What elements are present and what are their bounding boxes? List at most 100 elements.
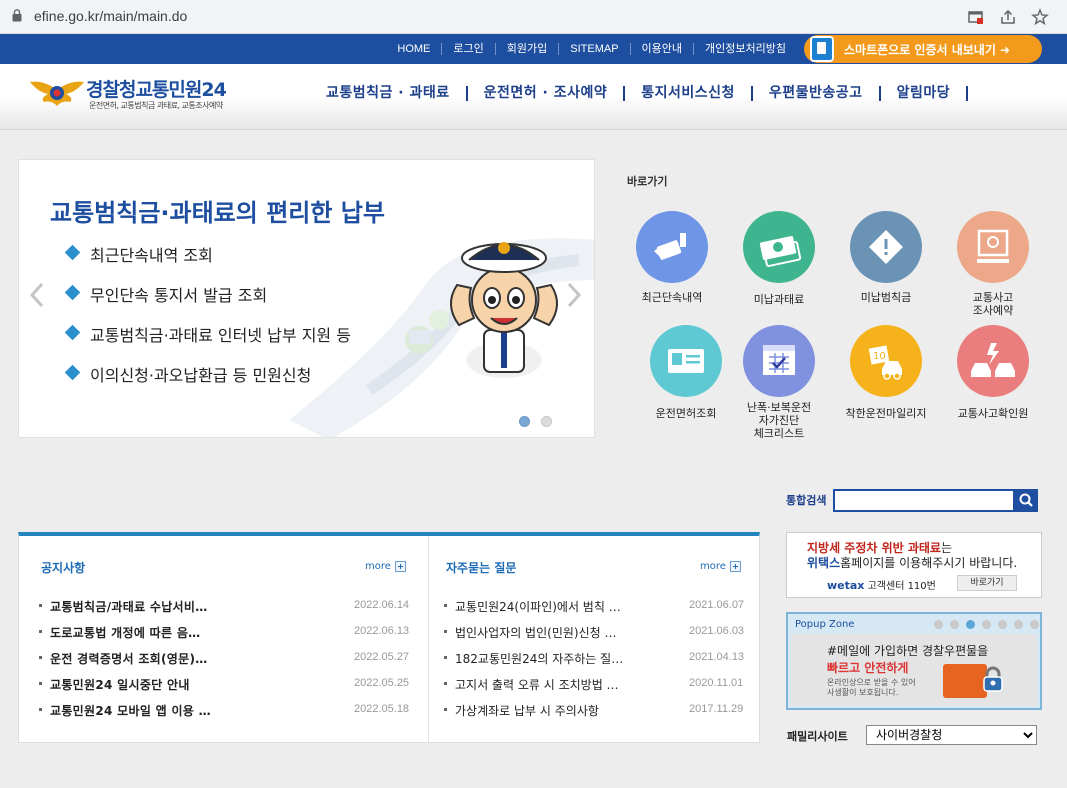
- faq-item-title: 고지서 출력 오류 시 조치방법 …: [455, 678, 619, 692]
- bullet-icon: [39, 630, 42, 633]
- diamond-bullet-icon: [64, 284, 81, 301]
- popup-line-3: 온라인상으로 받을 수 있어 사생활이 보호됩니다.: [827, 678, 916, 698]
- notice-more-link[interactable]: more: [365, 561, 406, 572]
- slider-next-icon[interactable]: [562, 280, 584, 310]
- share-icon[interactable]: [999, 8, 1017, 26]
- faq-title[interactable]: 자주묻는 질문: [446, 559, 516, 576]
- signup-link[interactable]: 회원가입: [494, 43, 558, 55]
- wetax-banner[interactable]: 지방세 주정차 위반 과태료는 위택스홈페이지를 이용해주시기 바랍니다. we…: [786, 532, 1042, 598]
- quick-unpaid-fines[interactable]: 미납과태료: [724, 211, 834, 306]
- slider-dot[interactable]: [519, 416, 530, 427]
- popup-dot[interactable]: [934, 620, 943, 629]
- faq-list: 교통민원24(이파인)에서 범칙 … 2021.06.07 법인사업자의 법인(민…: [444, 598, 744, 728]
- popup-dot[interactable]: [1030, 620, 1039, 629]
- faq-item-title: 법인사업자의 법인(민원)신청 …: [455, 626, 617, 640]
- list-item[interactable]: 도로교통법 개정에 따른 음… 2022.06.13: [39, 624, 409, 650]
- window-icon[interactable]: [967, 8, 985, 26]
- quick-circle: [743, 211, 815, 283]
- url-text[interactable]: efine.go.kr/main/main.do: [34, 8, 187, 24]
- site-header: 경찰청교통민원24 운전면허, 교통범칙금 과태료, 교통조사예약 교통범칙금 …: [0, 64, 1067, 130]
- popup-dot[interactable]: [950, 620, 959, 629]
- quick-circle: [650, 325, 722, 397]
- logo-title[interactable]: 경찰청교통민원24: [86, 75, 227, 102]
- slider-item[interactable]: 무인단속 통지서 발급 조회: [64, 282, 351, 322]
- nav-notification[interactable]: 통지서비스신청: [625, 86, 753, 101]
- quick-label: 교통사고확인원: [957, 407, 1029, 420]
- search-button[interactable]: [1015, 489, 1038, 512]
- popup-line-3a: 온라인상으로 받을 수 있어: [827, 678, 916, 687]
- list-item[interactable]: 가상계좌로 납부 시 주의사항 2017.11.29: [444, 702, 743, 728]
- popup-dot[interactable]: [1014, 620, 1023, 629]
- quick-circle: 10: [850, 325, 922, 397]
- slider-prev-icon[interactable]: [27, 280, 49, 310]
- popup-line-2: 빠르고 안전하게: [827, 661, 909, 675]
- privacy-link[interactable]: 개인정보처리방침: [693, 43, 797, 55]
- quick-good-driving-mileage[interactable]: 10 착한운전마일리지: [831, 325, 941, 420]
- quick-accident-reservation[interactable]: 교통사고 조사예약: [938, 211, 1048, 317]
- nav-fines[interactable]: 교통범칙금 · 과태료: [310, 86, 468, 101]
- diamond-bullet-icon: [64, 324, 81, 341]
- faq-board: 자주묻는 질문 more 교통민원24(이파인)에서 범칙 … 2021.06.0…: [428, 536, 759, 743]
- bullet-icon: [444, 656, 447, 659]
- nav-license[interactable]: 운전면허 · 조사예약: [468, 86, 626, 101]
- star-icon[interactable]: [1031, 8, 1049, 26]
- bullet-icon: [444, 630, 447, 633]
- popup-dot[interactable]: [966, 620, 975, 629]
- list-item[interactable]: 182교통민원24의 자주하는 질… 2021.04.13: [444, 650, 744, 676]
- slider-item-label: 교통범칙금·과태료 인터넷 납부 지원 등: [90, 326, 351, 345]
- export-certificate-button[interactable]: 스마트폰으로 인증서 내보내기 ➜: [804, 35, 1042, 63]
- svg-text:10: 10: [873, 351, 886, 362]
- license-card-icon: [668, 349, 704, 373]
- notice-title[interactable]: 공지사항: [41, 559, 85, 576]
- list-item[interactable]: 교통범칙금/과태료 수납서비… 2022.06.14: [39, 598, 409, 624]
- list-item[interactable]: 법인사업자의 법인(민원)신청 … 2021.06.03: [444, 624, 744, 650]
- quick-label: 미납범칙금: [860, 291, 912, 304]
- quick-circle: [636, 211, 708, 283]
- popup-dot[interactable]: [982, 620, 991, 629]
- notice-item-date: 2022.05.18: [354, 703, 410, 715]
- slider-title: 교통범칙금·과태료의 편리한 납부: [50, 199, 385, 227]
- slider-item[interactable]: 교통범칙금·과태료 인터넷 납부 지원 등: [64, 322, 351, 362]
- police-emblem-icon[interactable]: [30, 76, 84, 110]
- notice-item-title: 교통민원24 모바일 앱 이용 …: [50, 704, 211, 718]
- logo-title-police: 경찰청: [86, 79, 136, 101]
- faq-item-date: 2017.11.29: [689, 703, 744, 715]
- nav-returned-mail[interactable]: 우편물반송공고: [753, 86, 881, 101]
- list-item[interactable]: 교통민원24 일시중단 안내 2022.05.25: [39, 676, 409, 702]
- sitemap-link[interactable]: SITEMAP: [558, 43, 629, 55]
- nav-notice-board[interactable]: 알림마당: [881, 86, 969, 101]
- popup-zone: Popup Zone #메일에 가입하면 경찰우편물을 빠르고 안전하게 온라인…: [786, 612, 1042, 710]
- slider-dot[interactable]: [541, 416, 552, 427]
- slider-item[interactable]: 이의신청·과오납환급 등 민원신청: [64, 362, 351, 402]
- popup-dot[interactable]: [998, 620, 1007, 629]
- quick-accident-certificate[interactable]: 교통사고확인원: [938, 325, 1048, 420]
- quick-unpaid-penalties[interactable]: 미납범칙금: [831, 211, 941, 304]
- list-item[interactable]: 교통민원24(이파인)에서 범칙 … 2021.06.07: [444, 598, 744, 624]
- logo-subtitle: 운전면허, 교통범칙금 과태료, 교통조사예약: [89, 101, 223, 110]
- bullet-icon: [39, 682, 42, 685]
- computer-icon: [977, 229, 1009, 263]
- search-input[interactable]: [833, 489, 1015, 512]
- quick-recent-violations[interactable]: 최근단속내역: [617, 211, 727, 304]
- slider-item[interactable]: 최근단속내역 조회: [64, 242, 351, 282]
- plus-icon: [729, 561, 741, 572]
- banner-text: 는: [940, 541, 953, 555]
- banner-go-button[interactable]: 바로가기: [957, 575, 1017, 591]
- family-site-select[interactable]: 사이버경찰청: [866, 725, 1037, 745]
- car-accident-icon: [971, 343, 1015, 377]
- login-link[interactable]: 로그인: [441, 43, 494, 55]
- list-item[interactable]: 교통민원24 모바일 앱 이용 … 2022.05.18: [39, 702, 409, 728]
- popup-banner[interactable]: #메일에 가입하면 경찰우편물을 빠르고 안전하게 온라인상으로 받을 수 있어…: [791, 634, 1037, 706]
- slider-item-label: 이의신청·과오납환급 등 민원신청: [90, 366, 312, 385]
- list-item[interactable]: 운전 경력증명서 조회(영문)… 2022.05.27: [39, 650, 409, 676]
- quick-road-rage-checklist[interactable]: 난폭·보복운전 자가진단 체크리스트: [724, 325, 834, 440]
- list-item[interactable]: 고지서 출력 오류 시 조치방법 … 2020.11.01: [444, 676, 743, 702]
- faq-more-link[interactable]: more: [700, 561, 741, 572]
- home-link[interactable]: HOME: [386, 43, 441, 55]
- guide-link[interactable]: 이용안내: [629, 43, 693, 55]
- slider-item-label: 최근단속내역 조회: [90, 246, 213, 265]
- quick-circle: [743, 325, 815, 397]
- banner-text: 홈페이지를 이용해주시기 바랍니다.: [840, 556, 1018, 570]
- logo-title-service: 교통민원24: [135, 79, 226, 101]
- family-site-label: 패밀리사이트: [787, 730, 848, 743]
